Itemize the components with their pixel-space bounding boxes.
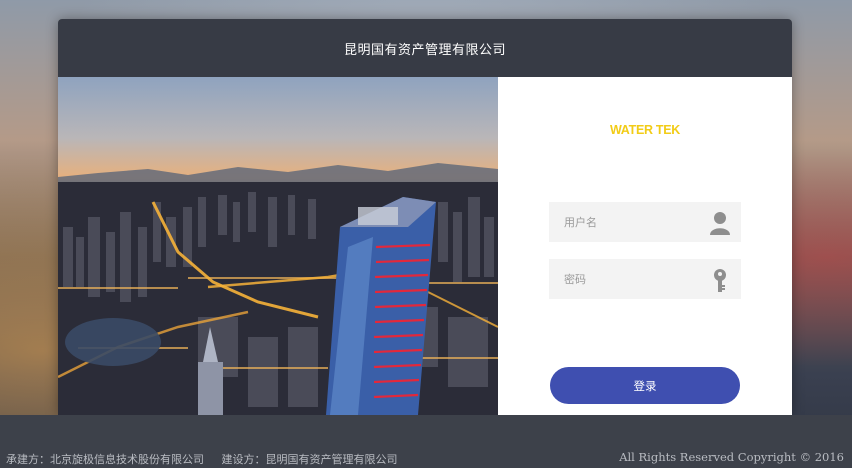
login-button[interactable]: 登录 — [550, 367, 740, 404]
login-card: 昆明国有资产管理有限公司 WATER TEK 用户名 登录 — [58, 19, 792, 415]
user-icon — [709, 211, 731, 235]
builder-credit: 承建方：北京旋极信息技术股份有限公司 — [6, 453, 204, 466]
password-field[interactable] — [549, 259, 741, 299]
key-icon — [709, 268, 731, 292]
owner-credit: 建设方：昆明国有资产管理有限公司 — [221, 453, 398, 466]
username-field[interactable] — [549, 202, 741, 242]
footer-credits: 承建方：北京旋极信息技术股份有限公司 建设方：昆明国有资产管理有限公司 — [6, 451, 412, 467]
copyright-text: All Rights Reserved Copyright © 2016 — [619, 450, 844, 464]
city-photo — [58, 77, 498, 415]
page-title: 昆明国有资产管理有限公司 — [343, 42, 506, 58]
login-panel: WATER TEK 登录 — [498, 77, 792, 415]
username-input[interactable] — [549, 202, 714, 242]
password-input[interactable] — [549, 259, 714, 299]
brand-logo: WATER TEK — [610, 123, 680, 137]
card-header: 昆明国有资产管理有限公司 — [58, 19, 792, 77]
